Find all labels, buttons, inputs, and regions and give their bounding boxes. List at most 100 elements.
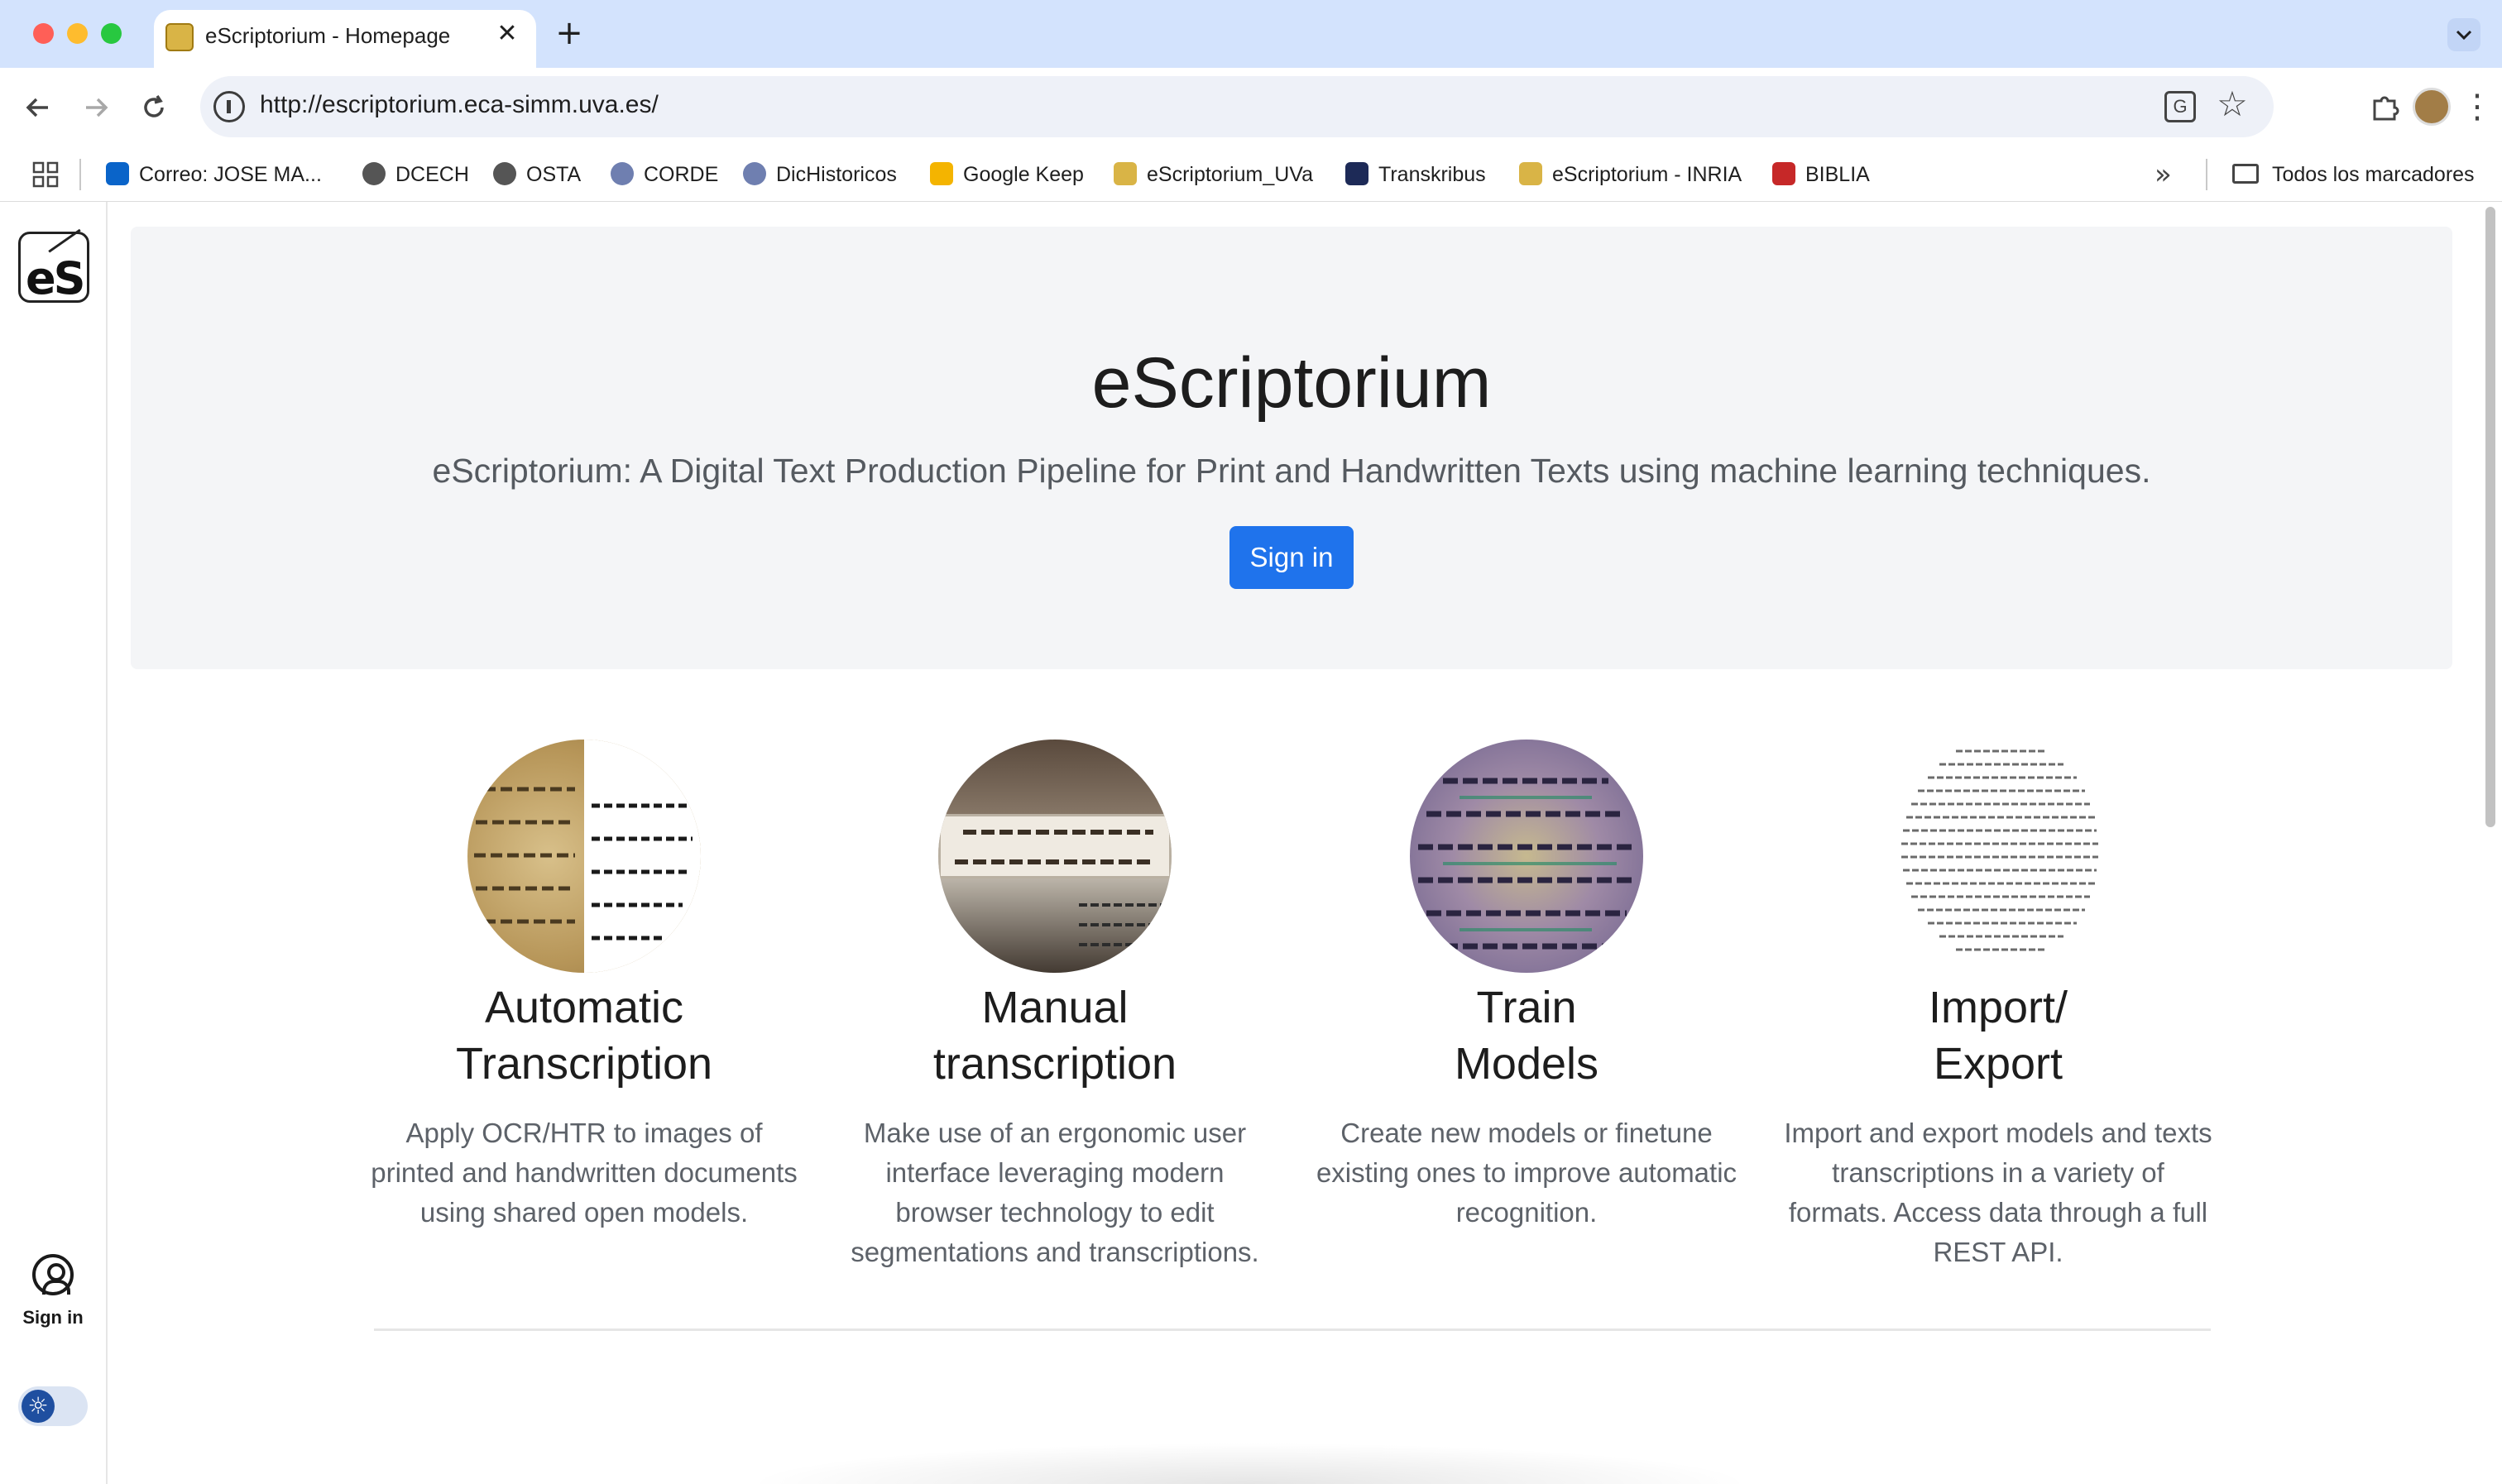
tab-close-icon[interactable]: ✕ <box>493 20 521 48</box>
bookmark-label: Google Keep <box>963 163 1084 186</box>
folder-icon <box>2232 164 2259 184</box>
feature-title: Automatic Transcription <box>369 979 799 1092</box>
feature-title-line: Automatic <box>484 983 684 1032</box>
forward-arrow-icon[interactable] <box>78 89 114 126</box>
reload-icon[interactable] <box>136 89 172 126</box>
script-lines-graphic <box>955 830 1162 946</box>
bookmark-item[interactable]: DicHistoricos <box>743 159 897 190</box>
bookmark-item[interactable]: DCECH <box>362 159 469 190</box>
page-scrollbar[interactable] <box>2485 207 2495 827</box>
rae-icon <box>743 162 766 185</box>
feature-title-line: Models <box>1454 1039 1599 1089</box>
translate-icon[interactable]: G <box>2164 91 2196 122</box>
bookmark-label: Transkribus <box>1378 163 1486 186</box>
bookmark-item[interactable]: Correo: JOSE MA... <box>106 159 322 190</box>
import-export-image <box>1881 740 2115 973</box>
bookmarks-separator <box>2206 159 2207 190</box>
bookmarks-bar: Correo: JOSE MA... DCECH OSTA CORDE DicHisto… <box>0 147 2502 202</box>
profile-avatar[interactable] <box>2413 88 2451 126</box>
bookmark-label: CORDE <box>644 163 719 186</box>
card-shadow <box>745 1443 1754 1484</box>
sidebar-signin-button[interactable]: Sign in <box>0 1254 106 1328</box>
feature-title-line: Train <box>1476 983 1577 1032</box>
hero-jumbotron: eScriptorium eScriptorium: A Digital Tex… <box>131 227 2452 669</box>
address-bar[interactable]: http://escriptorium.eca-simm.uva.es/ G ☆ <box>200 76 2274 137</box>
browser-tab-bar: eScriptorium - Homepage ✕ + <box>0 0 2502 68</box>
feature-description: Make use of an ergonomic user interface … <box>851 1118 1259 1267</box>
bookmark-item[interactable]: Transkribus <box>1345 159 1486 190</box>
biblia-icon <box>1772 162 1795 185</box>
site-info-icon[interactable] <box>213 91 245 122</box>
bookmark-item[interactable]: CORDE <box>611 159 718 190</box>
all-bookmarks-button[interactable]: Todos los marcadores <box>2232 159 2475 190</box>
bookmarks-overflow-icon[interactable]: » <box>2154 159 2172 190</box>
bookmark-label: eScriptorium_UVa <box>1147 163 1314 186</box>
all-bookmarks-label: Todos los marcadores <box>2272 163 2475 186</box>
rae-icon <box>611 162 634 185</box>
bookmarks-separator <box>79 159 81 190</box>
app-sidebar: eS Sign in ☼ <box>0 202 108 1484</box>
bookmark-item[interactable]: OSTA <box>493 159 581 190</box>
feature-title: Import/ Export <box>1783 979 2213 1092</box>
apps-grid-icon[interactable] <box>31 160 60 189</box>
browser-tab-active[interactable]: eScriptorium - Homepage ✕ <box>154 10 536 68</box>
feature-title: Train Models <box>1311 979 1742 1092</box>
bookmark-item[interactable]: eScriptorium - INRIA <box>1519 159 1742 190</box>
bookmark-label: DicHistoricos <box>776 163 897 186</box>
chevron-down-icon <box>2456 30 2472 41</box>
transkribus-icon <box>1345 162 1368 185</box>
feature-title-line: Manual <box>981 983 1129 1032</box>
browser-menu-icon[interactable]: ⋮ <box>2461 88 2494 126</box>
feature-description: Import and export models and texts trans… <box>1784 1118 2212 1267</box>
window-maximize-button[interactable] <box>101 23 122 44</box>
bookmark-item[interactable]: BIBLIA <box>1772 159 1870 190</box>
section-divider <box>374 1328 2211 1331</box>
escriptorium-icon <box>1114 162 1137 185</box>
escriptorium-logo[interactable]: eS <box>18 228 89 304</box>
new-tab-button[interactable]: + <box>553 17 586 50</box>
bookmark-item[interactable]: Google Keep <box>930 159 1084 190</box>
feature-title-line: Import/ <box>1928 983 2068 1032</box>
logo-mark: eS <box>26 252 85 304</box>
globe-icon <box>493 162 516 185</box>
tab-title: eScriptorium - Homepage <box>205 23 451 48</box>
feature-description: Apply OCR/HTR to images of printed and h… <box>371 1118 798 1228</box>
signin-button[interactable]: Sign in <box>1229 526 1354 589</box>
train-models-image <box>1410 740 1643 973</box>
script-lines-graphic <box>474 787 693 941</box>
bookmark-label: Correo: JOSE MA... <box>139 163 322 186</box>
escriptorium-icon <box>1519 162 1542 185</box>
feature-title-line: Export <box>1933 1039 2063 1089</box>
bookmark-star-icon[interactable]: ☆ <box>2214 86 2250 122</box>
script-lines-graphic <box>1901 749 2098 951</box>
browser-toolbar: http://escriptorium.eca-simm.uva.es/ G ☆… <box>0 68 2502 147</box>
page-title: eScriptorium <box>1091 343 1492 423</box>
feature-title-line: Transcription <box>455 1039 713 1089</box>
bookmark-item[interactable]: eScriptorium_UVa <box>1114 159 1313 190</box>
extensions-puzzle-icon[interactable] <box>2368 89 2404 126</box>
page-content: eS Sign in ☼ eScriptorium eScriptorium: … <box>0 202 2502 1484</box>
globe-icon <box>362 162 386 185</box>
bookmark-label: DCECH <box>395 163 469 186</box>
feature-title-line: transcription <box>932 1039 1177 1089</box>
bookmark-label: eScriptorium - INRIA <box>1552 163 1742 186</box>
window-minimize-button[interactable] <box>67 23 88 44</box>
feature-title: Manual transcription <box>840 979 1270 1092</box>
automatic-transcription-image <box>467 740 701 973</box>
window-close-button[interactable] <box>33 23 54 44</box>
user-circle-icon <box>32 1254 74 1295</box>
manual-transcription-image <box>938 740 1172 973</box>
keep-icon <box>930 162 953 185</box>
back-arrow-icon[interactable] <box>20 89 56 126</box>
escriptorium-favicon-icon <box>165 23 194 51</box>
url-text[interactable]: http://escriptorium.eca-simm.uva.es/ <box>260 91 659 119</box>
hero-subtitle: eScriptorium: A Digital Text Production … <box>432 452 2151 490</box>
sidebar-signin-label: Sign in <box>22 1307 84 1328</box>
theme-toggle[interactable]: ☼ <box>18 1386 88 1426</box>
bookmark-label: BIBLIA <box>1805 163 1870 186</box>
feature-description: Create new models or finetune existing o… <box>1316 1118 1738 1228</box>
outlook-icon <box>106 162 129 185</box>
script-lines-graphic <box>1418 778 1633 950</box>
bookmark-label: OSTA <box>526 163 582 186</box>
tab-search-button[interactable] <box>2447 18 2480 51</box>
